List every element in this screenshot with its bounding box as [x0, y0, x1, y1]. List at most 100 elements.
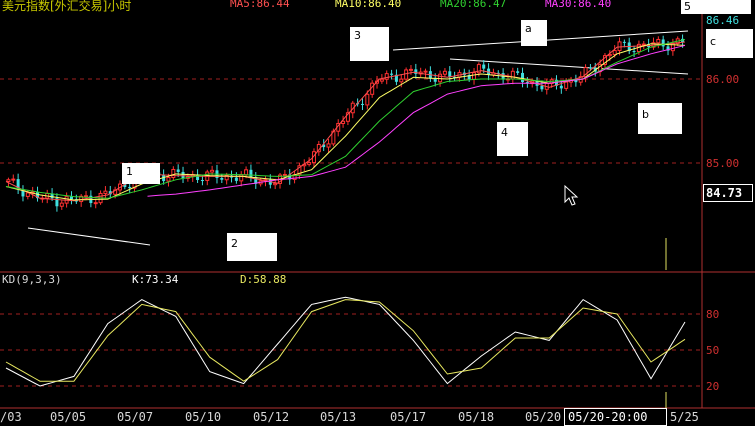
candle-body — [59, 202, 64, 207]
annotation-box-2: 2 — [227, 233, 277, 261]
ma20-label: MA20:86.47 — [440, 0, 507, 10]
trendline-bottom — [27, 227, 151, 246]
candle-body — [11, 178, 16, 181]
annotation-box-c: c — [706, 29, 753, 58]
time-label-1: 05/05 — [50, 410, 87, 424]
price-label-86: 86.00 — [706, 73, 740, 86]
candle-body — [166, 176, 171, 182]
stock-chart-stage: 美元指数[外汇交易]小时 MA5:86.44 MA10:86.40 MA20:8… — [0, 0, 755, 426]
time-cursor-tag: 05/20-20:00 — [564, 408, 667, 426]
time-label-end: 5/25 — [670, 410, 699, 424]
ma-lines-group — [5, 39, 686, 202]
candle-body — [244, 169, 249, 176]
chart-canvas — [0, 0, 755, 409]
time-label-0: /03 — [0, 410, 22, 424]
candle-body — [379, 78, 384, 82]
time-label-6: 05/17 — [390, 410, 427, 424]
candle-body — [423, 70, 428, 73]
candle-body — [326, 143, 331, 148]
candle-body — [220, 177, 224, 180]
current-price: 84.73 — [706, 186, 743, 200]
annotation-box-a: a — [521, 20, 547, 46]
mouse-cursor-icon — [564, 184, 579, 206]
candle-body — [564, 81, 569, 89]
candle-body — [472, 72, 477, 80]
kd-d-value: D:58.88 — [240, 273, 287, 286]
candle-body — [69, 196, 73, 200]
annotation-box-3: 3 — [350, 27, 389, 61]
candle-body — [390, 73, 394, 75]
candle-body — [617, 41, 622, 52]
ma30-label: MA30:86.40 — [545, 0, 612, 10]
time-label-2: 05/07 — [117, 410, 154, 424]
ma5-label: MA5:86.44 — [230, 0, 290, 10]
time-label-8: 05/20 — [525, 410, 562, 424]
annotation-box-1: 1 — [122, 163, 160, 184]
time-label-7: 05/18 — [458, 410, 495, 424]
series-line-kd-d — [5, 299, 686, 382]
time-label-5: 05/13 — [320, 410, 357, 424]
candle-body — [540, 85, 544, 90]
candle-body — [622, 41, 626, 43]
candle-body — [399, 78, 404, 83]
candle-body — [128, 186, 132, 189]
series-line-ma20 — [5, 39, 686, 199]
annotation-box-4: 4 — [497, 122, 528, 156]
time-cursor-label: 05/20-20:00 — [568, 410, 648, 424]
candle-body — [273, 182, 278, 186]
series-line-kd-k — [5, 296, 686, 387]
annotation-box-b: b — [638, 103, 682, 134]
price-label-top: 86.46 — [706, 14, 740, 27]
candle-body — [6, 179, 11, 182]
candle-body — [239, 174, 244, 182]
candle-body — [448, 71, 452, 77]
time-label-4: 05/12 — [253, 410, 290, 424]
corner-number: 5 — [684, 0, 691, 13]
kd-lines-group — [5, 296, 686, 387]
ma10-label: MA10:86.40 — [335, 0, 402, 10]
candle-body — [200, 180, 204, 182]
candle-body — [632, 51, 636, 53]
candle-body — [612, 50, 617, 55]
candle-body — [181, 171, 185, 179]
kd-level-50: 50 — [706, 344, 720, 357]
kd-title: KD(9,3,3) — [2, 273, 62, 286]
candle-body — [510, 70, 515, 80]
kd-level-20: 20 — [706, 380, 720, 393]
candle-body — [210, 169, 215, 173]
candle-body — [559, 85, 563, 89]
candle-body — [249, 169, 253, 178]
candle-body — [408, 68, 413, 71]
candlestick-group — [6, 34, 685, 212]
candle-body — [442, 70, 447, 75]
candle-body — [176, 169, 180, 172]
price-label-85: 85.00 — [706, 157, 740, 170]
candle-body — [656, 38, 661, 44]
candle-body — [433, 78, 437, 82]
candle-body — [282, 173, 287, 176]
current-price-tag: 84.73 — [703, 184, 753, 202]
candle-body — [234, 177, 238, 181]
chart-title: 美元指数[外汇交易]小时 — [2, 0, 132, 13]
candle-body — [365, 93, 370, 106]
candle-body — [171, 168, 176, 178]
candle-body — [93, 202, 98, 205]
corner-number-box: 5 — [681, 0, 751, 14]
candle-body — [588, 67, 592, 69]
candle-body — [307, 162, 312, 165]
candle-body — [482, 64, 486, 69]
series-line-ma5 — [5, 41, 686, 202]
candle-body — [404, 69, 409, 80]
candle-body — [521, 72, 525, 83]
time-label-3: 05/10 — [185, 410, 222, 424]
kd-level-80: 80 — [706, 308, 720, 321]
candle-body — [438, 73, 443, 83]
candle-body — [516, 71, 520, 73]
candle-body — [661, 39, 665, 47]
candle-body — [360, 103, 364, 105]
candle-body — [84, 195, 89, 198]
candle-body — [641, 43, 646, 46]
kd-k-value: K:73.34 — [132, 273, 179, 286]
candle-body — [103, 190, 108, 194]
candle-body — [384, 73, 389, 80]
